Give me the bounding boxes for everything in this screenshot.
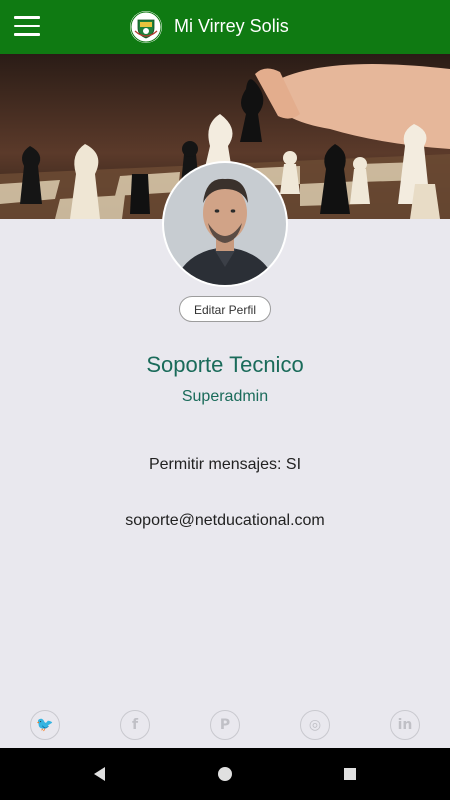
system-navigation-bar bbox=[0, 748, 450, 800]
school-crest-icon bbox=[130, 11, 162, 43]
instagram-icon[interactable]: ◎ bbox=[300, 710, 330, 740]
recents-icon[interactable] bbox=[340, 764, 360, 784]
app-bar: Mi Virrey Solis bbox=[0, 0, 450, 54]
social-links: 🐦 f P ◎ in bbox=[0, 710, 450, 744]
facebook-icon[interactable]: f bbox=[120, 710, 150, 740]
back-icon[interactable] bbox=[90, 764, 110, 784]
profile-name: Soporte Tecnico bbox=[146, 352, 304, 377]
linkedin-icon[interactable]: in bbox=[390, 710, 420, 740]
profile-email: soporte@netducational.com bbox=[125, 512, 325, 529]
app-title: Mi Virrey Solis bbox=[174, 16, 289, 36]
twitter-icon[interactable]: 🐦 bbox=[30, 710, 60, 740]
home-icon[interactable] bbox=[215, 764, 235, 784]
allow-messages-text: Permitir mensajes: SI bbox=[148, 456, 302, 473]
profile-role: Superadmin bbox=[181, 388, 269, 405]
hamburger-menu-icon[interactable] bbox=[14, 16, 40, 36]
edit-profile-button[interactable]: Editar Perfil bbox=[179, 296, 271, 322]
profile-avatar bbox=[164, 163, 286, 285]
pinterest-icon[interactable]: P bbox=[210, 710, 240, 740]
